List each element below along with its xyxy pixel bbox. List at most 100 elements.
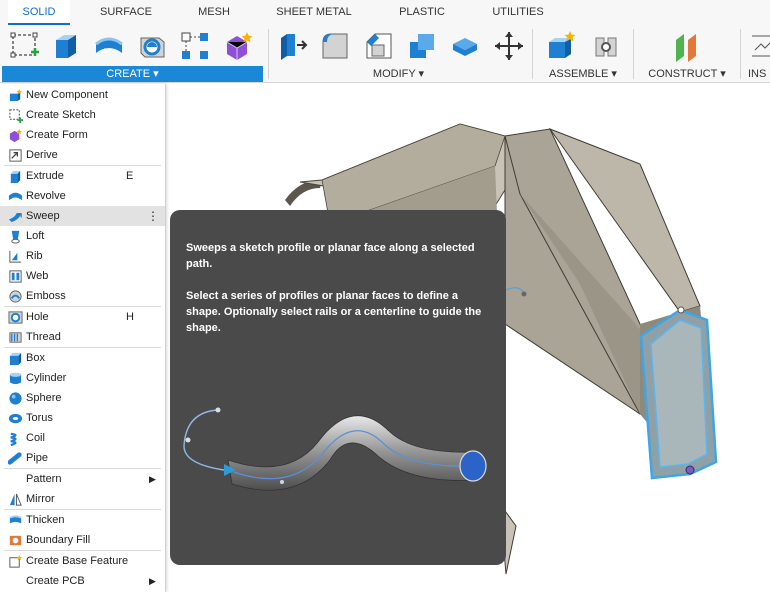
inspect-group-menu[interactable]: INS <box>748 66 770 82</box>
menu-item-label: Hole <box>26 311 49 323</box>
sweep-illustration <box>183 407 487 491</box>
revolve-icon[interactable] <box>91 28 127 64</box>
new-component-icon <box>7 87 23 103</box>
create-sketch-icon[interactable] <box>7 28 43 64</box>
menu-item-label: Coil <box>26 432 45 444</box>
menu-item-loft[interactable]: Loft <box>0 226 165 246</box>
create-sketch-icon <box>7 107 23 123</box>
pattern-icon[interactable] <box>177 28 213 64</box>
sweep-tooltip: Sweeps a sketch profile or planar face a… <box>170 210 506 565</box>
menu-item-coil[interactable]: Coil <box>0 428 165 448</box>
menu-item-rib[interactable]: Rib <box>0 246 165 266</box>
new-component-icon[interactable] <box>543 28 579 64</box>
boundary-fill-icon <box>7 532 23 548</box>
menu-item-label: Extrude <box>26 170 64 182</box>
menu-item-label: Derive <box>26 149 58 161</box>
rib-icon <box>7 248 23 264</box>
shell-icon[interactable] <box>447 28 483 64</box>
menu-item-thicken[interactable]: Thicken <box>0 510 165 530</box>
create-group-menu[interactable]: CREATE ▾ <box>2 66 263 82</box>
ribbon-tab-bar: SOLID SURFACE MESH SHEET METAL PLASTIC U… <box>0 0 770 25</box>
joint-icon[interactable] <box>588 28 624 64</box>
menu-item-pipe[interactable]: Pipe <box>0 448 165 468</box>
coil-icon <box>7 430 23 446</box>
menu-item-label: Rib <box>26 250 43 262</box>
menu-item-label: Create PCB <box>26 575 85 587</box>
tab-sheet-metal[interactable]: SHEET METAL <box>268 0 360 25</box>
menu-item-box[interactable]: Box <box>0 348 165 368</box>
mirror-icon <box>7 491 23 507</box>
menu-item-label: Thread <box>26 331 61 343</box>
menu-item-torus[interactable]: Torus <box>0 408 165 428</box>
tab-utilities[interactable]: UTILITIES <box>482 0 554 25</box>
menu-item-create-pcb[interactable]: Create PCB ▶ <box>0 571 165 591</box>
menu-item-label: Cylinder <box>26 372 67 384</box>
menu-item-sweep[interactable]: Sweep ⋮ <box>0 206 165 226</box>
ribbon-toolbar: CREATE ▾ MODIFY ▾ ASSEMBLE ▾ CONSTRUCT ▾… <box>0 25 770 83</box>
menu-item-create-form[interactable]: Create Form <box>0 125 165 145</box>
menu-item-create-sketch[interactable]: Create Sketch <box>0 105 165 125</box>
menu-item-derive[interactable]: Derive <box>0 145 165 165</box>
menu-item-label: Revolve <box>26 190 66 202</box>
sphere-icon <box>7 390 23 406</box>
emboss-icon <box>7 288 23 304</box>
menu-item-pattern[interactable]: Pattern ▶ <box>0 469 165 489</box>
menu-item-boundary-fill[interactable]: Boundary Fill <box>0 530 165 550</box>
extrude-icon[interactable] <box>48 28 84 64</box>
menu-item-label: Loft <box>26 230 45 242</box>
menu-item-label: Mirror <box>26 493 55 505</box>
menu-item-cylinder[interactable]: Cylinder <box>0 368 165 388</box>
menu-item-label: Create Form <box>26 129 88 141</box>
tab-surface[interactable]: SURFACE <box>90 0 162 25</box>
derive-icon <box>7 147 23 163</box>
fillet-icon[interactable] <box>317 28 353 64</box>
menu-item-sphere[interactable]: Sphere <box>0 388 165 408</box>
extrude-icon <box>7 168 23 184</box>
torus-icon <box>7 410 23 426</box>
tab-plastic[interactable]: PLASTIC <box>388 0 456 25</box>
menu-item-thread[interactable]: Thread <box>0 327 165 347</box>
menu-item-label: Pattern <box>26 473 62 485</box>
menu-item-label: Sphere <box>26 392 62 404</box>
group-divider <box>633 29 634 79</box>
menu-item-label: Create Sketch <box>26 109 96 121</box>
menu-item-create-base-feature[interactable]: Create Base Feature <box>0 551 165 571</box>
menu-item-label: Create Base Feature <box>26 555 129 567</box>
base-feature-icon <box>7 553 23 569</box>
menu-item-label: Boundary Fill <box>26 534 91 546</box>
cylinder-icon <box>7 370 23 386</box>
more-options-icon[interactable]: ⋮ <box>147 209 159 223</box>
menu-item-shortcut: H <box>126 311 134 323</box>
modify-group-menu[interactable]: MODIFY ▾ <box>272 66 525 82</box>
thicken-icon <box>7 512 23 528</box>
move-icon[interactable] <box>491 28 527 64</box>
tab-solid[interactable]: SOLID <box>8 0 70 25</box>
box-icon <box>7 350 23 366</box>
menu-item-extrude[interactable]: Extrude E <box>0 166 165 186</box>
submenu-arrow-icon: ▶ <box>149 473 156 484</box>
submenu-arrow-icon: ▶ <box>149 575 156 586</box>
measure-icon[interactable] <box>752 28 770 64</box>
offset-plane-icon[interactable] <box>668 28 704 64</box>
menu-item-hole[interactable]: Hole H <box>0 307 165 327</box>
menu-item-revolve[interactable]: Revolve <box>0 186 165 206</box>
menu-item-mirror[interactable]: Mirror <box>0 489 165 509</box>
menu-item-new-component[interactable]: New Component <box>0 85 165 105</box>
loft-icon <box>7 228 23 244</box>
chamfer-icon[interactable] <box>361 28 397 64</box>
assemble-group-menu[interactable]: ASSEMBLE ▾ <box>540 66 626 82</box>
menu-item-label: Emboss <box>26 290 66 302</box>
hole-icon[interactable] <box>134 28 170 64</box>
hole-icon <box>7 309 23 325</box>
tab-mesh[interactable]: MESH <box>186 0 242 25</box>
menu-item-web[interactable]: Web <box>0 266 165 286</box>
group-divider <box>532 29 533 79</box>
menu-item-label: Thicken <box>26 514 65 526</box>
construct-group-menu[interactable]: CONSTRUCT ▾ <box>640 66 734 82</box>
tooltip-instructions: Select a series of profiles or planar fa… <box>186 290 482 334</box>
group-divider <box>268 29 269 79</box>
create-form-icon[interactable] <box>220 28 256 64</box>
combine-icon[interactable] <box>404 28 440 64</box>
press-pull-icon[interactable] <box>275 28 311 64</box>
menu-item-emboss[interactable]: Emboss <box>0 286 165 306</box>
